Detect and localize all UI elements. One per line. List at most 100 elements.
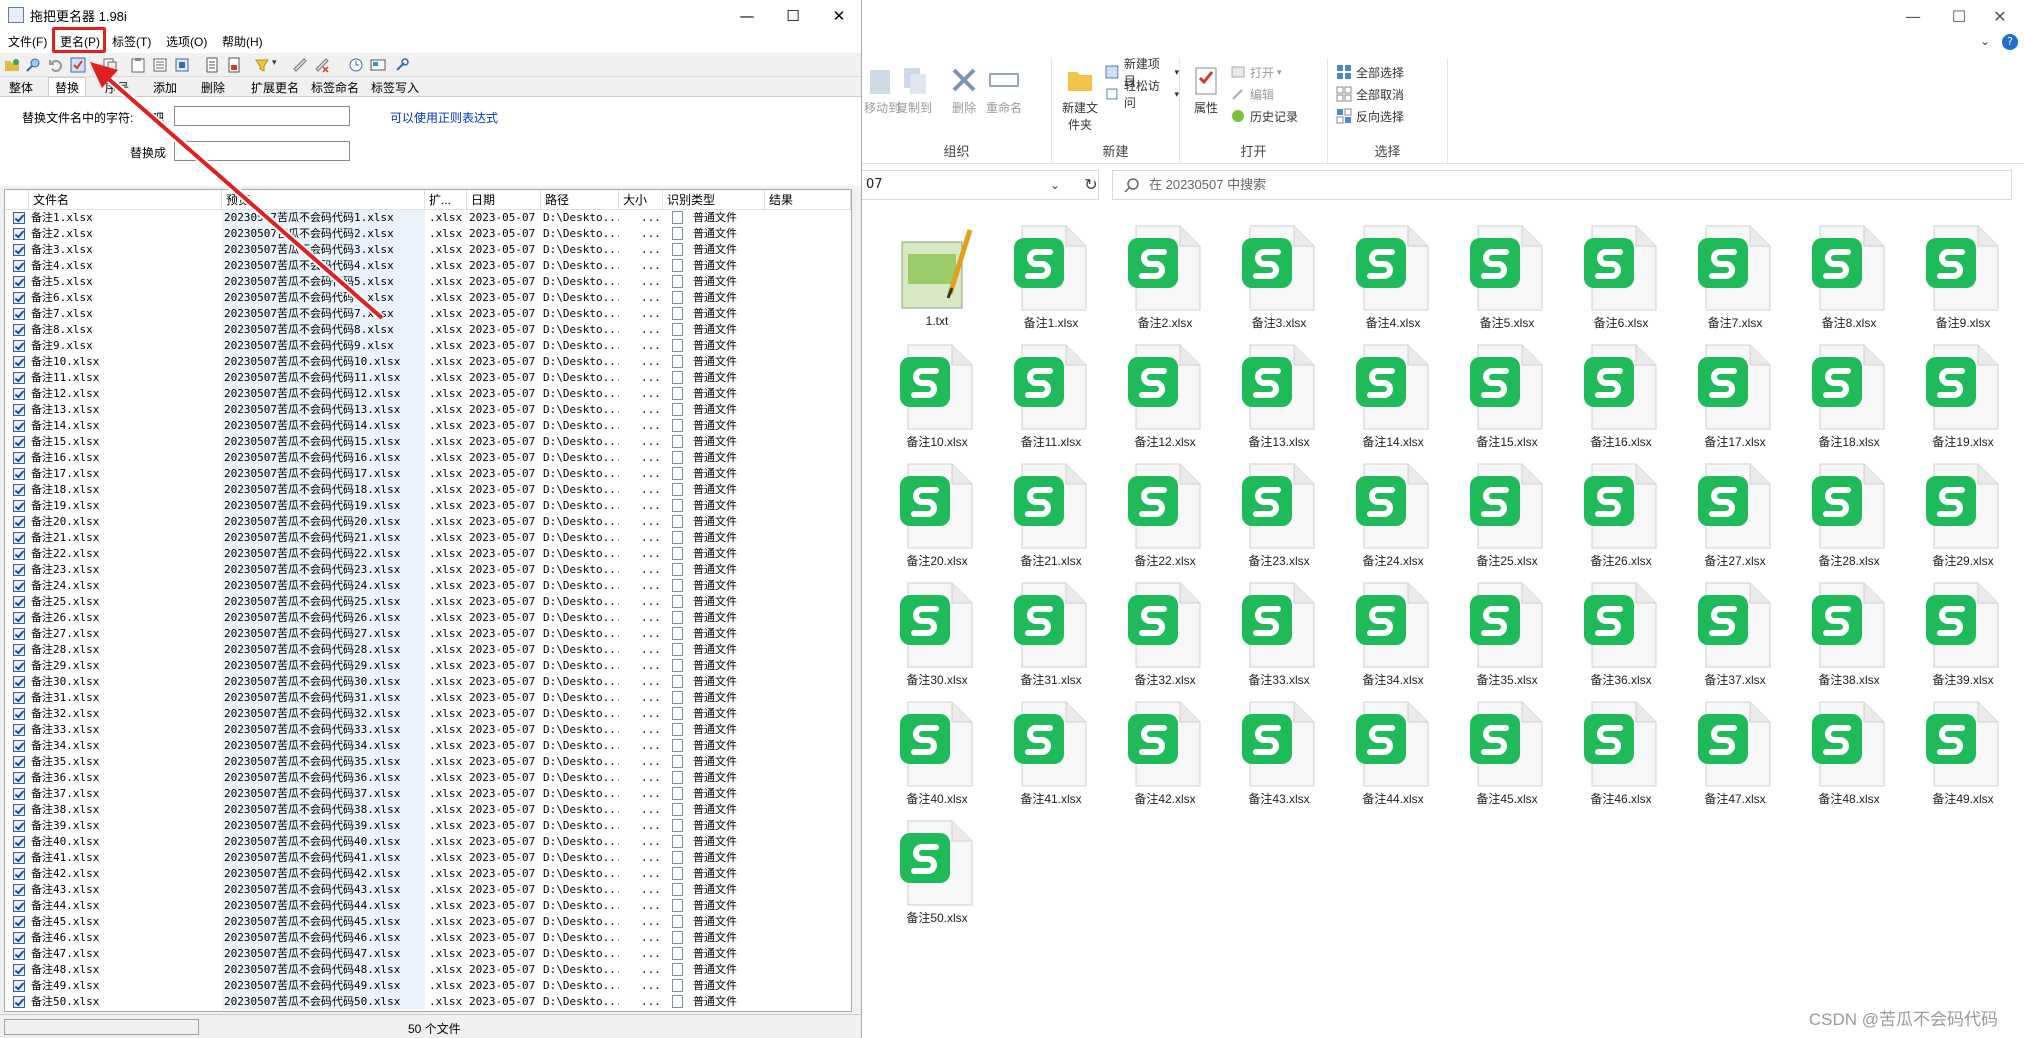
file-item[interactable]: 备注36.xlsx [1566, 575, 1676, 687]
move-to-button[interactable]: 移动到 [864, 64, 900, 116]
file-item[interactable]: 备注43.xlsx [1224, 694, 1334, 806]
file-item[interactable]: 备注13.xlsx [1224, 337, 1334, 449]
row-checkbox[interactable] [13, 452, 25, 464]
file-item[interactable]: 备注32.xlsx [1110, 575, 1220, 687]
file-item[interactable]: 备注22.xlsx [1110, 456, 1220, 568]
row-checkbox[interactable] [13, 644, 25, 656]
table-row[interactable]: 备注25.xlsx 20230507苦瓜不会码代码25.xlsx .xlsx 2023… [5, 594, 851, 610]
row-checkbox[interactable] [13, 404, 25, 416]
file-item[interactable]: 备注34.xlsx [1338, 575, 1448, 687]
document-icon[interactable] [204, 57, 220, 73]
row-checkbox[interactable] [13, 612, 25, 624]
table-row[interactable]: 备注20.xlsx 20230507苦瓜不会码代码20.xlsx .xlsx 2023… [5, 514, 851, 530]
row-checkbox[interactable] [13, 468, 25, 480]
file-item[interactable]: 备注30.xlsx [882, 575, 992, 687]
add-files-icon[interactable] [4, 57, 20, 73]
row-checkbox[interactable] [13, 756, 25, 768]
row-checkbox[interactable] [13, 548, 25, 560]
file-item[interactable]: 备注28.xlsx [1794, 456, 1904, 568]
row-checkbox[interactable] [13, 740, 25, 752]
file-item[interactable]: 备注35.xlsx [1452, 575, 1562, 687]
file-item[interactable]: 备注33.xlsx [1224, 575, 1334, 687]
header-preview[interactable]: 预览 [222, 190, 425, 210]
file-item[interactable]: 备注40.xlsx [882, 694, 992, 806]
file-item[interactable]: 备注11.xlsx [996, 337, 1106, 449]
edit-button[interactable]: 编辑 [1230, 84, 1274, 104]
row-checkbox[interactable] [13, 596, 25, 608]
table-row[interactable]: 备注16.xlsx 20230507苦瓜不会码代码16.xlsx .xlsx 2023… [5, 450, 851, 466]
row-checkbox[interactable] [13, 212, 25, 224]
table-row[interactable]: 备注34.xlsx 20230507苦瓜不会码代码34.xlsx .xlsx 2023… [5, 738, 851, 754]
undo-icon[interactable] [48, 57, 64, 73]
ribbon-collapse-icon[interactable]: ⌄ [1980, 34, 1990, 48]
file-item[interactable]: 备注38.xlsx [1794, 575, 1904, 687]
row-checkbox[interactable] [13, 676, 25, 688]
file-item[interactable]: 备注24.xlsx [1338, 456, 1448, 568]
file-item[interactable]: 备注10.xlsx [882, 337, 992, 449]
row-checkbox[interactable] [13, 420, 25, 432]
file-item[interactable]: 备注18.xlsx [1794, 337, 1904, 449]
file-item[interactable]: 备注49.xlsx [1908, 694, 2018, 806]
header-path[interactable]: 路径 [541, 190, 619, 210]
menu-tags[interactable]: 标签(T) [108, 33, 155, 51]
menu-file[interactable]: 文件(F) [4, 33, 51, 51]
row-checkbox[interactable] [13, 964, 25, 976]
table-row[interactable]: 备注3.xlsx 20230507苦瓜不会码代码3.xlsx .xlsx 2023-0… [5, 242, 851, 258]
minimize-button[interactable]: — [724, 0, 770, 31]
filter-dropdown-icon[interactable]: ▾ [272, 58, 277, 68]
table-row[interactable]: 备注5.xlsx 20230507苦瓜不会码代码5.xlsx .xlsx 2023-0… [5, 274, 851, 290]
maximize-button[interactable]: ☐ [1936, 0, 1982, 32]
header-type[interactable]: 识别类型 [663, 190, 765, 210]
row-checkbox[interactable] [13, 388, 25, 400]
row-checkbox[interactable] [13, 516, 25, 528]
file-item[interactable]: 备注19.xlsx [1908, 337, 2018, 449]
file-item[interactable]: 备注42.xlsx [1110, 694, 1220, 806]
row-checkbox[interactable] [13, 356, 25, 368]
table-row[interactable]: 备注47.xlsx 20230507苦瓜不会码代码47.xlsx .xlsx 2023… [5, 946, 851, 962]
file-item[interactable]: 备注39.xlsx [1908, 575, 2018, 687]
header-check[interactable] [5, 190, 29, 210]
clock-icon[interactable] [348, 57, 364, 73]
header-extension[interactable]: 扩... [425, 190, 467, 210]
table-row[interactable]: 备注42.xlsx 20230507苦瓜不会码代码42.xlsx .xlsx 2023… [5, 866, 851, 882]
replace-with-input[interactable] [174, 141, 350, 161]
row-checkbox[interactable] [13, 916, 25, 928]
table-row[interactable]: 备注6.xlsx 20230507苦瓜不会码代码6.xlsx .xlsx 2023-0… [5, 290, 851, 306]
row-checkbox[interactable] [13, 836, 25, 848]
view-icon[interactable] [174, 57, 190, 73]
file-item[interactable]: 备注47.xlsx [1680, 694, 1790, 806]
filter-icon[interactable] [254, 57, 270, 73]
row-checkbox[interactable] [13, 292, 25, 304]
table-row[interactable]: 备注44.xlsx 20230507苦瓜不会码代码44.xlsx .xlsx 2023… [5, 898, 851, 914]
table-row[interactable]: 备注1.xlsx 20230507苦瓜不会码代码1.xlsx .xlsx 2023-0… [5, 210, 851, 226]
row-checkbox[interactable] [13, 628, 25, 640]
table-row[interactable]: 备注15.xlsx 20230507苦瓜不会码代码15.xlsx .xlsx 2023… [5, 434, 851, 450]
header-date[interactable]: 日期 [467, 190, 541, 210]
close-button[interactable]: ✕ [1980, 0, 2020, 32]
new-folder-button[interactable]: 新建文件夹 [1060, 64, 1100, 133]
row-checkbox[interactable] [13, 308, 25, 320]
copy-icon[interactable] [102, 57, 118, 73]
table-row[interactable]: 备注30.xlsx 20230507苦瓜不会码代码30.xlsx .xlsx 2023… [5, 674, 851, 690]
file-item[interactable]: 备注20.xlsx [882, 456, 992, 568]
row-checkbox[interactable] [13, 340, 25, 352]
menu-options[interactable]: 选项(O) [162, 33, 211, 51]
table-row[interactable]: 备注12.xlsx 20230507苦瓜不会码代码12.xlsx .xlsx 2023… [5, 386, 851, 402]
table-row[interactable]: 备注50.xlsx 20230507苦瓜不会码代码50.xlsx .xlsx 2023… [5, 994, 851, 1010]
history-button[interactable]: 历史记录 [1230, 106, 1298, 126]
row-checkbox[interactable] [13, 436, 25, 448]
replace-find-input[interactable] [174, 106, 350, 126]
table-row[interactable]: 备注11.xlsx 20230507苦瓜不会码代码11.xlsx .xlsx 2023… [5, 370, 851, 386]
table-row[interactable]: 备注19.xlsx 20230507苦瓜不会码代码19.xlsx .xlsx 2023… [5, 498, 851, 514]
menu-help[interactable]: 帮助(H) [218, 33, 267, 51]
row-checkbox[interactable] [13, 980, 25, 992]
table-row[interactable]: 备注24.xlsx 20230507苦瓜不会码代码24.xlsx .xlsx 2023… [5, 578, 851, 594]
table-row[interactable]: 备注4.xlsx 20230507苦瓜不会码代码4.xlsx .xlsx 2023-0… [5, 258, 851, 274]
tab-tag-write[interactable]: 标签写入 [364, 77, 426, 97]
file-item[interactable]: 备注21.xlsx [996, 456, 1106, 568]
file-item[interactable]: 备注48.xlsx [1794, 694, 1904, 806]
table-row[interactable]: 备注32.xlsx 20230507苦瓜不会码代码32.xlsx .xlsx 2023… [5, 706, 851, 722]
row-checkbox[interactable] [13, 244, 25, 256]
row-checkbox[interactable] [13, 260, 25, 272]
settings-icon[interactable] [394, 57, 410, 73]
